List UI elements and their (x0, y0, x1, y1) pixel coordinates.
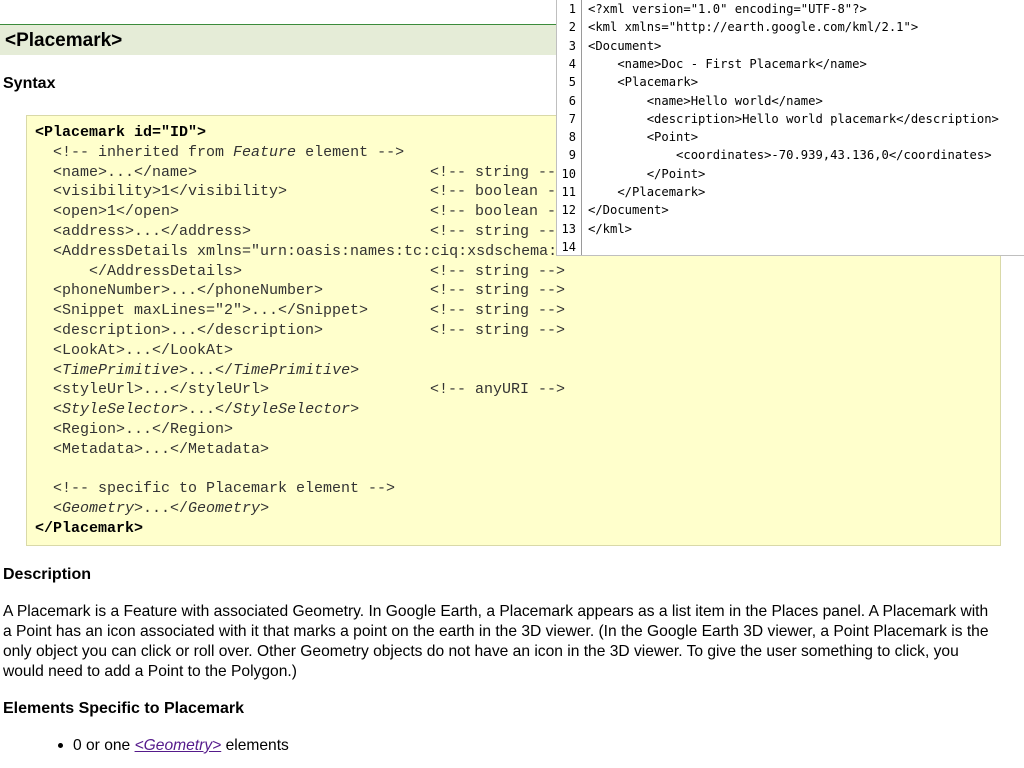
code-line: <Geometry>...</Geometry> (35, 500, 270, 518)
code-line: </Placemark> (35, 520, 144, 537)
bullet-suffix: elements (221, 737, 289, 754)
line-number: 8 (568, 130, 576, 145)
code-line: <Snippet maxLines="2">...</Snippet> (35, 302, 369, 320)
editor-line[interactable]: <?xml version="1.0" encoding="UTF-8"?> (588, 0, 867, 18)
code-comment: <!-- string --> (430, 223, 566, 240)
line-number: 6 (568, 93, 576, 108)
editor-line[interactable]: <name>Hello world</name> (588, 92, 823, 110)
line-number: 1 (568, 2, 576, 16)
bullet-prefix: 0 or one (73, 737, 135, 754)
code-comment: <!-- string --> (430, 302, 566, 320)
line-number-gutter: 1 2 3 4 5 6 7 8 9 10 11 12 13 14 (557, 0, 582, 255)
code-comment: <!-- boolean --> (430, 183, 575, 201)
code-comment: <!-- string --> (430, 282, 566, 300)
code-comment: <!-- string --> (430, 163, 566, 181)
editor-line[interactable]: <description>Hello world placemark</desc… (588, 110, 999, 128)
code-line: </AddressDetails> (35, 262, 243, 280)
code-editor-window[interactable]: 1 2 3 4 5 6 7 8 9 10 11 12 13 14 <?xml version="1.0" … (556, 0, 1024, 256)
elements-heading: Elements Specific to Placemark (3, 700, 244, 717)
code-line: <styleUrl>...</styleUrl> (35, 381, 270, 399)
code-line: <!-- inherited from Feature element --> (35, 143, 405, 161)
code-line: <TimePrimitive>...</TimePrimitive> (35, 361, 360, 379)
code-line: <Metadata>...</Metadata> (35, 440, 270, 458)
editor-line[interactable]: </Placemark> (588, 183, 705, 201)
code-line: <StyleSelector>...</StyleSelector> (35, 401, 360, 419)
description-text: A Placemark is a Feature with associated… (3, 603, 989, 680)
code-line: <Region>...</Region> (35, 421, 234, 438)
code-line: <phoneNumber>...</phoneNumber> (35, 282, 324, 300)
editor-line[interactable]: </Point> (588, 165, 706, 183)
line-number: 13 (561, 221, 576, 236)
bullet-icon (58, 743, 63, 749)
editor-line[interactable]: <coordinates>-70.939,43.136,0</coordinat… (588, 146, 992, 164)
line-number: 9 (568, 148, 576, 163)
editor-line[interactable]: <Point> (588, 128, 698, 146)
editor-line[interactable]: </kml> (588, 220, 632, 238)
geometry-link[interactable]: <Geometry> (135, 737, 222, 754)
description-heading: Description (3, 566, 92, 583)
editor-line[interactable]: <Document> (588, 37, 661, 55)
code-line: <name>...</name> (35, 163, 198, 181)
code-line: <Placemark id="ID"> (35, 124, 207, 141)
editor-line[interactable]: <name>Doc - First Placemark</name> (588, 55, 866, 73)
code-comment: <!-- boolean --> (430, 203, 575, 221)
line-number: 10 (561, 166, 576, 181)
page-title: <Placemark> (5, 30, 123, 51)
code-line: <!-- specific to Placemark element --> (35, 480, 396, 498)
editor-line[interactable]: <Placemark> (588, 73, 698, 91)
line-number: 12 (561, 203, 576, 218)
code-comment: <!-- string --> (430, 262, 566, 280)
syntax-heading: Syntax (3, 75, 56, 92)
editor-line[interactable]: </Document> (588, 201, 669, 219)
line-number: 4 (568, 56, 576, 71)
code-line: <open>1</open> (35, 203, 180, 221)
code-comment: <!-- anyURI --> (430, 381, 566, 399)
line-number: 14 (561, 239, 576, 254)
code-line: <visibility>1</visibility> (35, 183, 288, 201)
editor-line[interactable]: <kml xmlns="http://earth.google.com/kml/… (588, 18, 918, 36)
list-item: 0 or one <Geometry> elements (58, 737, 289, 755)
code-line: <LookAt>...</LookAt> (35, 341, 234, 359)
code-comment: <!-- string --> (430, 322, 566, 339)
code-line: <description>...</description> (35, 322, 324, 339)
line-number: 3 (568, 38, 576, 53)
line-number: 7 (568, 111, 576, 126)
code-line: <address>...</address> (35, 223, 252, 240)
line-number: 5 (568, 75, 576, 90)
line-number: 11 (561, 185, 576, 199)
line-number: 2 (568, 20, 576, 35)
